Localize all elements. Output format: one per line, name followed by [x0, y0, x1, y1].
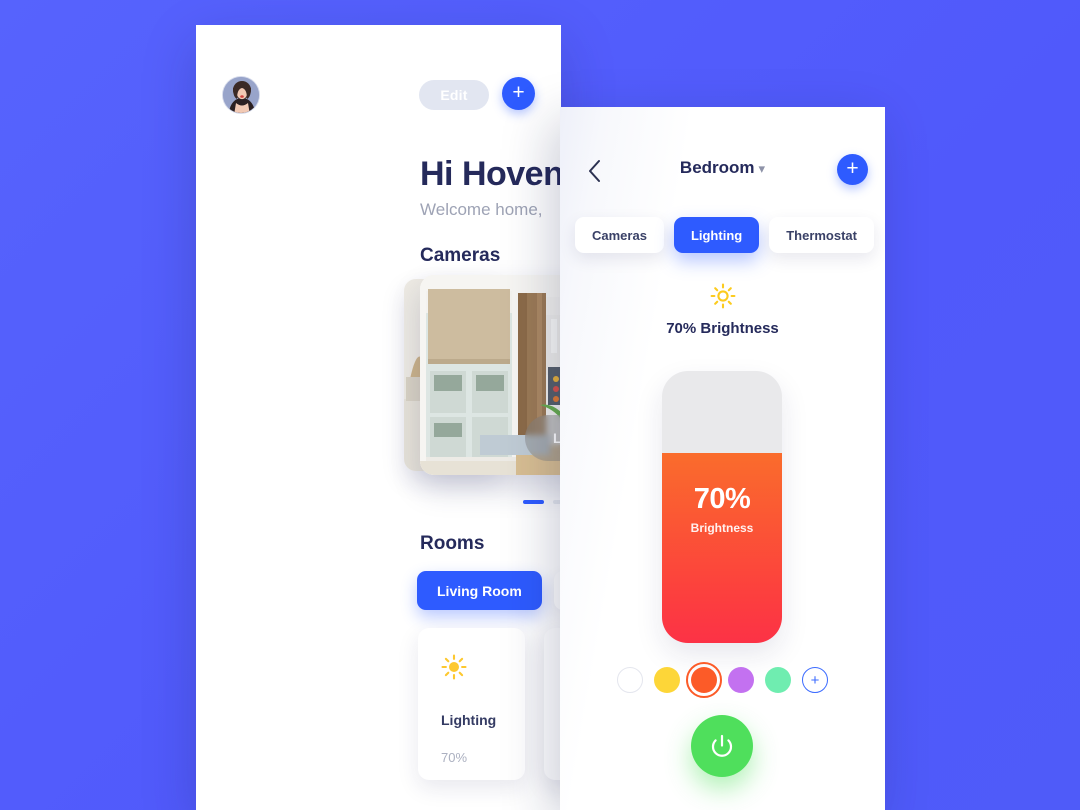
- add-color-button[interactable]: +: [802, 667, 828, 693]
- camera-card-active[interactable]: Living room: [420, 275, 561, 475]
- rooms-title: Rooms: [420, 533, 485, 554]
- home-screen-panel: Edit + Hi Hoveny Welcome home, Cameras A…: [196, 25, 561, 810]
- add-light-button[interactable]: +: [837, 154, 868, 185]
- device-value: 70%: [441, 750, 468, 765]
- carousel-pagination[interactable]: [420, 500, 561, 504]
- brightness-header-text: 70% Brightness: [666, 320, 779, 337]
- device-card-temperature[interactable]: Temperature 20℃: [544, 628, 561, 780]
- brightness-caption: Brightness: [690, 520, 754, 535]
- brightness-header: 70% Brightness: [560, 282, 885, 337]
- color-swatch-purple[interactable]: [728, 667, 754, 693]
- sun-icon: [441, 652, 525, 682]
- rooms-section-header: Rooms All: [420, 533, 561, 555]
- greeting-subtitle: Welcome home,: [420, 200, 543, 219]
- detail-topbar: Bedroom ▾ +: [560, 152, 885, 190]
- home-topbar: Edit +: [222, 76, 535, 116]
- sun-icon: [560, 282, 885, 310]
- cameras-section-header: Cameras All: [420, 245, 561, 267]
- power-button[interactable]: [691, 715, 753, 777]
- power-icon: [711, 734, 733, 757]
- greeting-block: Hi Hoveny Welcome home,: [420, 155, 561, 220]
- color-swatch-list: +: [560, 662, 885, 698]
- room-name: Bedroom: [679, 158, 755, 177]
- brightness-slider[interactable]: 70% Brightness: [662, 371, 782, 643]
- add-device-button[interactable]: +: [502, 77, 535, 110]
- pagination-dot-1[interactable]: [522, 500, 544, 504]
- plus-icon: +: [846, 157, 859, 180]
- app-background: Edit + Hi Hoveny Welcome home, Cameras A…: [0, 0, 1080, 810]
- lighting-detail-panel: Bedroom▾ + Cameras Lighting Thermostat: [560, 107, 885, 810]
- camera-carousel[interactable]: Living room: [392, 275, 561, 475]
- device-card-list: Lighting 70% Temperature 20℃: [418, 628, 561, 780]
- cameras-title: Cameras: [420, 245, 501, 266]
- room-tab-living-room[interactable]: Living Room: [417, 571, 542, 610]
- tab-cameras[interactable]: Cameras: [575, 217, 664, 253]
- color-swatch-yellow[interactable]: [654, 667, 680, 693]
- detail-tab-list: Cameras Lighting Thermostat: [562, 217, 885, 253]
- device-card-lighting[interactable]: Lighting 70%: [418, 628, 525, 780]
- plus-icon: +: [512, 81, 525, 104]
- device-name: Lighting: [441, 712, 497, 728]
- color-swatch-white[interactable]: [617, 667, 643, 693]
- brightness-percent: 70%: [693, 482, 751, 515]
- edit-button[interactable]: Edit: [419, 80, 489, 110]
- tab-lighting[interactable]: Lighting: [673, 217, 760, 253]
- tab-thermostat[interactable]: Thermostat: [769, 217, 874, 253]
- page-title: Hi Hoveny: [420, 155, 561, 193]
- color-swatch-orange[interactable]: [686, 662, 722, 698]
- brightness-slider-fill[interactable]: 70% Brightness: [662, 452, 782, 643]
- avatar[interactable]: [222, 76, 260, 114]
- color-swatch-mint[interactable]: [765, 667, 791, 693]
- chevron-down-icon: ▾: [758, 161, 766, 176]
- room-tab-list: Living Room Bedroom Kitchen: [417, 571, 561, 610]
